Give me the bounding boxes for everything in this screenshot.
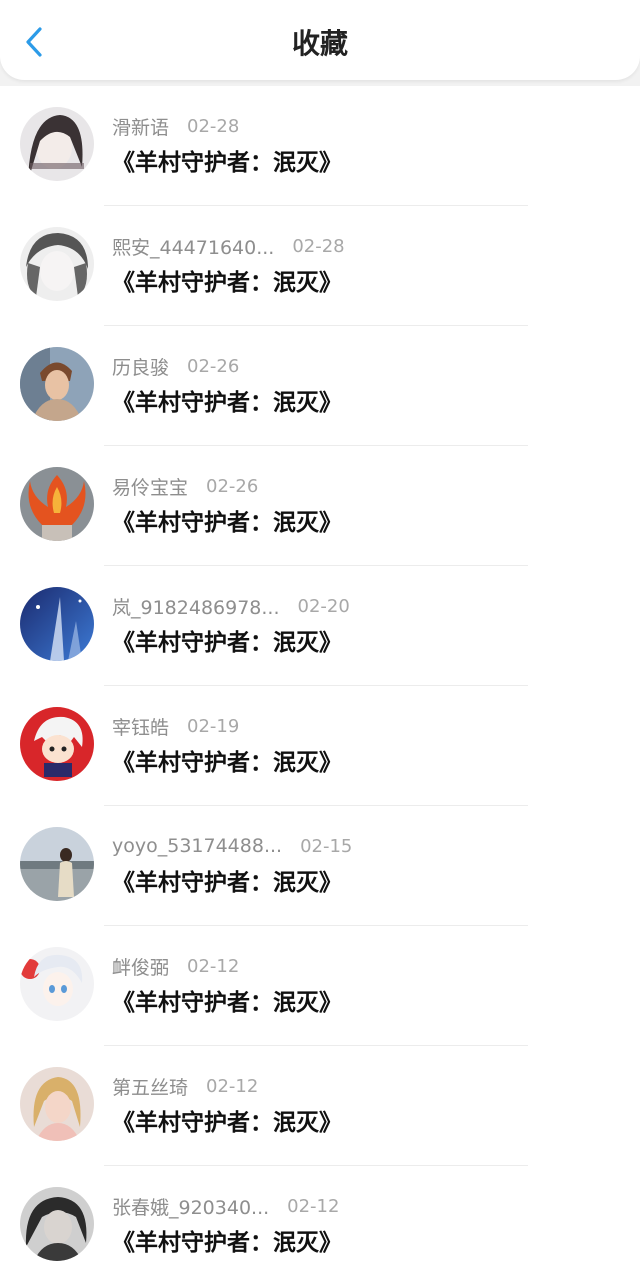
date-label: 02-12 — [206, 1075, 259, 1097]
user-name: 易伶宝宝 — [112, 476, 189, 499]
work-title: 《羊村守护者：泯灭》 — [112, 990, 342, 1016]
list-item[interactable]: 岚_9182486978... 02-20 《羊村守护者：泯灭》 — [0, 566, 640, 686]
favorites-page: 收藏 滑新语 02-28 《羊村守护者：泯灭》 熙安_44471640... 0… — [0, 0, 640, 1276]
user-name: 滑新语 — [112, 116, 170, 139]
date-label: 02-26 — [187, 355, 240, 377]
work-title: 《羊村守护者：泯灭》 — [112, 870, 342, 896]
avatar[interactable] — [20, 1067, 94, 1141]
list-item[interactable]: 张春娥_920340... 02-12 《羊村守护者：泯灭》 — [0, 1166, 640, 1276]
favorites-list: 滑新语 02-28 《羊村守护者：泯灭》 熙安_44471640... 02-2… — [0, 86, 640, 1276]
item-meta: 张春娥_920340... 02-12 — [112, 1192, 339, 1220]
list-item[interactable]: 宰钰皓 02-19 《羊村守护者：泯灭》 — [0, 686, 640, 806]
list-item[interactable]: 滑新语 02-28 《羊村守护者：泯灭》 — [0, 86, 640, 206]
date-label: 02-28 — [187, 115, 240, 137]
avatar[interactable] — [20, 467, 94, 541]
date-label: 02-28 — [292, 235, 345, 257]
work-title: 《羊村守护者：泯灭》 — [112, 510, 342, 536]
list-item[interactable]: 历良骏 02-26 《羊村守护者：泯灭》 — [0, 326, 640, 446]
header-bar: 收藏 — [0, 0, 640, 80]
date-label: 02-12 — [287, 1195, 340, 1217]
avatar[interactable] — [20, 107, 94, 181]
avatar[interactable] — [20, 827, 94, 901]
item-meta: 滑新语 02-28 — [112, 112, 239, 140]
avatar[interactable] — [20, 1187, 94, 1261]
user-name: 张春娥_920340... — [112, 1196, 270, 1219]
avatar[interactable] — [20, 347, 94, 421]
list-item[interactable]: yoyo_53174488... 02-15 《羊村守护者：泯灭》 — [0, 806, 640, 926]
work-title: 《羊村守护者：泯灭》 — [112, 270, 342, 296]
list-item[interactable]: 熙安_44471640... 02-28 《羊村守护者：泯灭》 — [0, 206, 640, 326]
work-title: 《羊村守护者：泯灭》 — [112, 390, 342, 416]
work-title: 《羊村守护者：泯灭》 — [112, 150, 342, 176]
work-title: 《羊村守护者：泯灭》 — [112, 1230, 342, 1256]
date-label: 02-19 — [187, 715, 240, 737]
work-title: 《羊村守护者：泯灭》 — [112, 630, 342, 656]
avatar[interactable] — [20, 947, 94, 1021]
list-item[interactable]: 衅俊弼 02-12 《羊村守护者：泯灭》 — [0, 926, 640, 1046]
user-name: 岚_9182486978... — [112, 596, 280, 619]
item-meta: 宰钰皓 02-19 — [112, 712, 239, 740]
item-meta: 历良骏 02-26 — [112, 352, 239, 380]
work-title: 《羊村守护者：泯灭》 — [112, 1110, 342, 1136]
avatar[interactable] — [20, 707, 94, 781]
avatar[interactable] — [20, 587, 94, 661]
user-name: 第五丝琦 — [112, 1076, 189, 1099]
item-meta: yoyo_53174488... 02-15 — [112, 832, 352, 860]
user-name: 宰钰皓 — [112, 716, 170, 739]
user-name: 熙安_44471640... — [112, 236, 275, 259]
user-name: 衅俊弼 — [112, 956, 170, 979]
avatar[interactable] — [20, 227, 94, 301]
work-title: 《羊村守护者：泯灭》 — [112, 750, 342, 776]
item-meta: 易伶宝宝 02-26 — [112, 472, 258, 500]
list-item[interactable]: 第五丝琦 02-12 《羊村守护者：泯灭》 — [0, 1046, 640, 1166]
user-name: 历良骏 — [112, 356, 170, 379]
item-meta: 衅俊弼 02-12 — [112, 952, 239, 980]
item-meta: 熙安_44471640... 02-28 — [112, 232, 345, 260]
list-item[interactable]: 易伶宝宝 02-26 《羊村守护者：泯灭》 — [0, 446, 640, 566]
item-meta: 岚_9182486978... 02-20 — [112, 592, 350, 620]
date-label: 02-26 — [206, 475, 259, 497]
date-label: 02-20 — [297, 595, 350, 617]
date-label: 02-12 — [187, 955, 240, 977]
item-meta: 第五丝琦 02-12 — [112, 1072, 258, 1100]
date-label: 02-15 — [300, 835, 353, 857]
user-name: yoyo_53174488... — [112, 835, 283, 857]
page-title: 收藏 — [291, 27, 348, 60]
